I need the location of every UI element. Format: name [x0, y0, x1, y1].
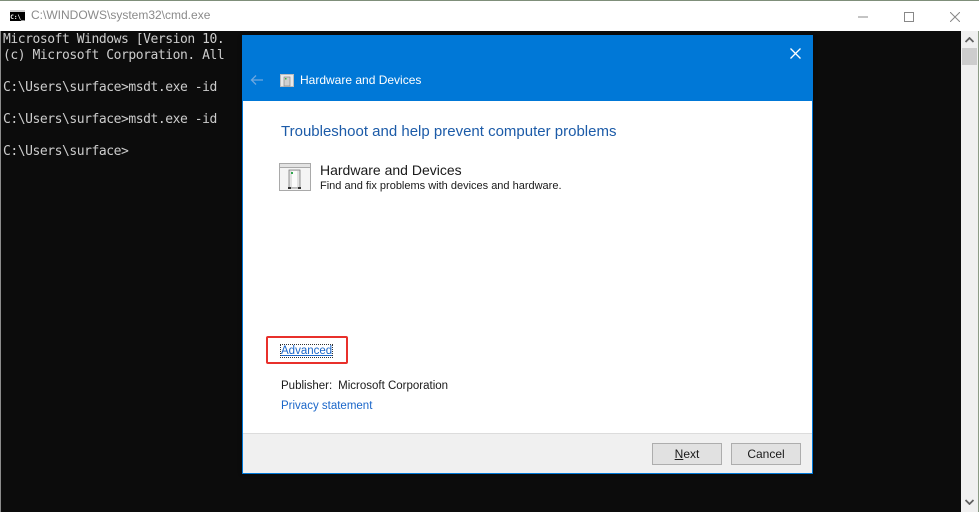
cmd-app-icon: C:\_ — [10, 10, 25, 21]
console-prompt: C:\Users\surface> — [3, 144, 129, 159]
cancel-button[interactable]: Cancel — [731, 443, 801, 465]
hardware-devices-icon — [280, 74, 294, 87]
chevron-down-icon — [965, 498, 974, 505]
troubleshooter-description: Find and fix problems with devices and h… — [320, 180, 562, 192]
privacy-statement-link[interactable]: Privacy statement — [281, 400, 372, 412]
close-window-button[interactable] — [932, 1, 978, 32]
dialog-header[interactable]: Hardware and Devices — [243, 36, 812, 101]
publisher-info: Publisher: Microsoft Corporation — [281, 380, 448, 392]
scroll-up-button[interactable] — [961, 31, 978, 48]
advanced-link[interactable]: Advanced — [279, 344, 334, 358]
back-arrow-icon — [250, 75, 263, 85]
vertical-scrollbar[interactable] — [961, 31, 979, 512]
troubleshooter-name: Hardware and Devices — [320, 162, 462, 178]
publisher-label: Publisher: — [281, 380, 333, 392]
next-label: ext — [683, 447, 700, 461]
maximize-button[interactable] — [886, 1, 932, 32]
cmd-window-title: C:\WINDOWS\system32\cmd.exe — [31, 8, 211, 22]
console-line: C:\Users\surface>msdt.exe -id — [3, 80, 217, 95]
scroll-down-button[interactable] — [961, 493, 978, 510]
next-mnemonic: N — [674, 447, 684, 461]
dialog-close-button[interactable] — [784, 42, 806, 64]
scroll-thumb[interactable] — [962, 48, 977, 65]
cmd-title-bar[interactable]: C:\_ C:\WINDOWS\system32\cmd.exe — [0, 0, 979, 31]
console-line: (c) Microsoft Corporation. All — [3, 48, 225, 63]
troubleshooter-item: Hardware and Devices Find and fix proble… — [279, 161, 599, 193]
publisher-value: Microsoft Corporation — [338, 380, 449, 392]
console-line: C:\Users\surface>msdt.exe -id — [3, 112, 217, 127]
next-button[interactable]: Next — [652, 443, 722, 465]
close-icon — [789, 47, 801, 59]
console-line: Microsoft Windows [Version 10. — [3, 32, 225, 47]
dialog-footer: Next Cancel — [243, 433, 812, 473]
maximize-icon — [904, 11, 914, 22]
troubleshooter-dialog: Hardware and Devices Troubleshoot and he… — [242, 35, 813, 474]
dialog-heading: Troubleshoot and help prevent computer p… — [281, 123, 617, 140]
dialog-header-title: Hardware and Devices — [300, 73, 422, 87]
back-button[interactable] — [249, 72, 265, 88]
hardware-devices-icon — [279, 163, 311, 191]
minimize-icon — [858, 16, 868, 17]
chevron-up-icon — [965, 36, 974, 43]
minimize-button[interactable] — [840, 1, 886, 32]
close-icon — [950, 11, 960, 22]
